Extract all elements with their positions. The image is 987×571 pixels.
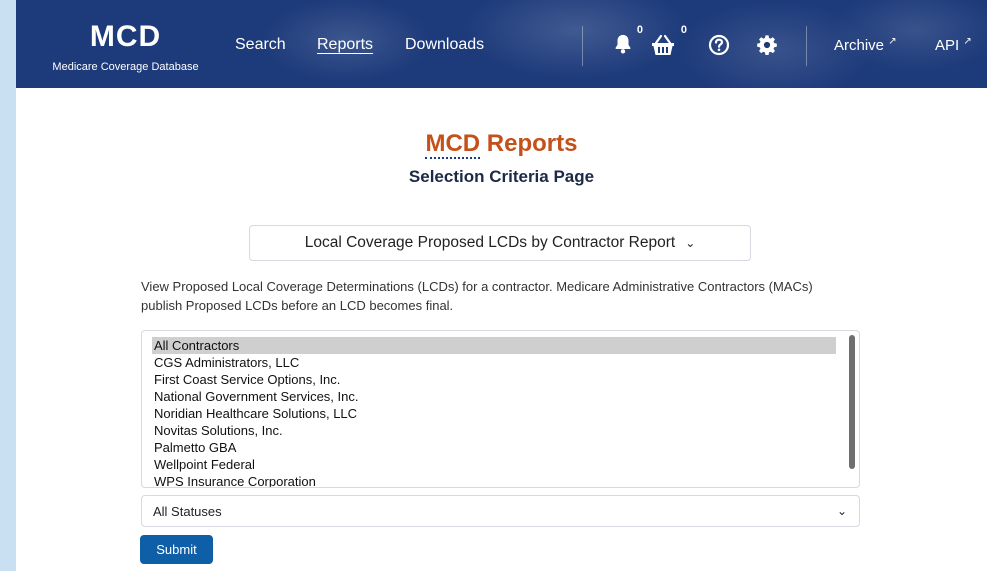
contractor-option[interactable]: Noridian Healthcare Solutions, LLC — [152, 405, 836, 422]
help-icon — [708, 34, 730, 56]
help-button[interactable] — [706, 30, 736, 60]
chevron-down-icon: ⌄ — [685, 236, 696, 250]
site-header: MCD Medicare Coverage Database Search Re… — [16, 0, 987, 88]
title-abbreviation: MCD — [425, 130, 481, 159]
report-type-select[interactable]: Local Coverage Proposed LCDs by Contract… — [249, 225, 751, 261]
contractor-option[interactable]: First Coast Service Options, Inc. — [152, 371, 836, 388]
submit-button[interactable]: Submit — [140, 535, 213, 564]
contractor-option[interactable]: CGS Administrators, LLC — [152, 354, 836, 371]
api-link[interactable]: API ↗ — [935, 36, 972, 54]
report-description: View Proposed Local Coverage Determinati… — [141, 279, 813, 313]
bell-icon — [615, 34, 631, 54]
notifications-button[interactable]: 0 — [610, 24, 643, 60]
page-title: MCD Reports — [16, 130, 987, 159]
api-label: API — [935, 37, 960, 54]
chevron-down-icon: ⌄ — [836, 504, 847, 518]
external-link-icon: ↗ — [888, 36, 897, 47]
basket-icon — [652, 34, 674, 55]
archive-link[interactable]: Archive ↗ — [834, 36, 897, 54]
nav-downloads[interactable]: Downloads — [405, 36, 484, 54]
contractor-option[interactable]: Novitas Solutions, Inc. — [152, 422, 836, 439]
status-value: All Statuses — [153, 504, 222, 519]
page-subtitle: Selection Criteria Page — [408, 167, 595, 186]
report-type-value: Local Coverage Proposed LCDs by Contract… — [304, 234, 676, 251]
title-text: Reports — [480, 130, 578, 157]
external-link-icon: ↗ — [963, 36, 972, 47]
nav-reports[interactable]: Reports — [317, 36, 373, 54]
notifications-count: 0 — [636, 24, 643, 36]
status-select[interactable]: All Statuses ⌄ — [141, 495, 860, 527]
contractor-option[interactable]: National Government Services, Inc. — [152, 388, 836, 405]
contractor-option[interactable]: Palmetto GBA — [152, 439, 836, 456]
header-divider — [582, 26, 583, 66]
nav-search[interactable]: Search — [235, 36, 286, 54]
settings-button[interactable] — [754, 30, 784, 60]
site-logo[interactable]: MCD Medicare Coverage Database — [43, 22, 208, 74]
contractor-option[interactable]: WPS Insurance Corporation — [152, 473, 836, 487]
archive-label: Archive — [834, 37, 885, 54]
header-divider-2 — [806, 26, 807, 66]
logo-text: MCD — [89, 20, 162, 53]
logo-subtitle: Medicare Coverage Database — [52, 61, 199, 73]
listbox-scrollbar[interactable] — [849, 335, 855, 469]
contractor-listbox[interactable]: All Contractors CGS Administrators, LLC … — [141, 330, 860, 488]
contractor-option[interactable]: Wellpoint Federal — [152, 456, 836, 473]
basket-button[interactable]: 0 — [650, 24, 687, 60]
basket-count: 0 — [680, 24, 687, 36]
gear-icon — [757, 35, 777, 55]
contractor-option[interactable]: All Contractors — [152, 337, 836, 354]
page: MCD Medicare Coverage Database Search Re… — [16, 0, 987, 571]
